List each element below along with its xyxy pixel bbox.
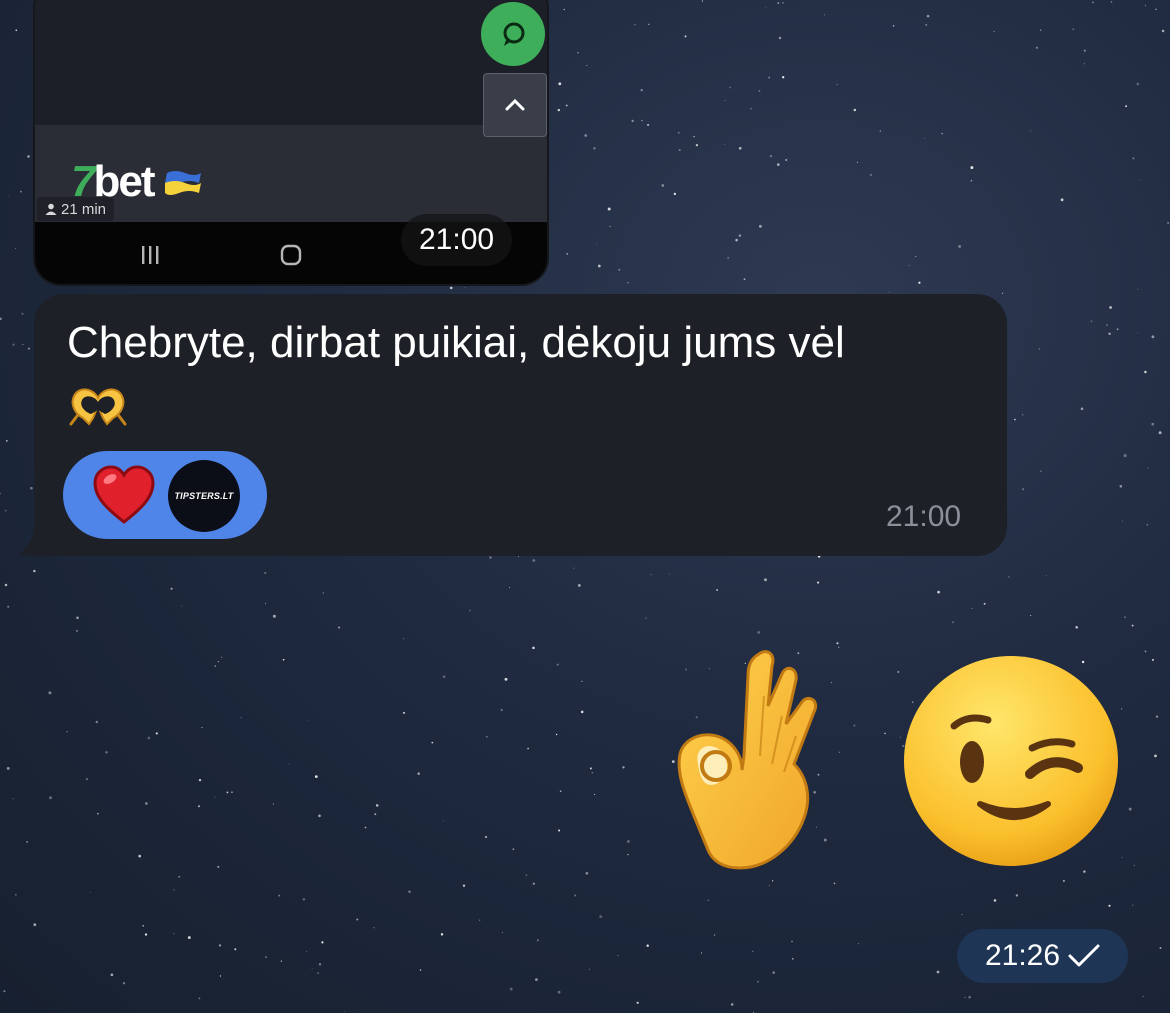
winking-face-icon	[904, 656, 1118, 866]
chat-bubble-icon	[481, 2, 545, 66]
home-icon	[280, 244, 302, 266]
heart-icon	[93, 465, 155, 524]
heart-hands-icon	[69, 388, 127, 426]
person-icon	[45, 203, 57, 215]
outgoing-time-pill: 21:26	[957, 929, 1128, 983]
chevron-up-icon	[483, 73, 547, 137]
message-time: 21:00	[886, 500, 962, 533]
read-time-label: 21 min	[61, 200, 107, 218]
check-icon	[1068, 944, 1100, 967]
ok-hand-icon	[677, 650, 817, 870]
image-message[interactable]: 7bet 21 min 21:00	[33, 0, 549, 286]
message-text: Chebryte, dirbat puikiai, dėkoju jums vė…	[67, 318, 845, 367]
read-time-badge: 21 min	[37, 197, 115, 221]
message-time: 21:26	[984, 939, 1061, 972]
ukraine-flag-icon	[165, 171, 201, 195]
screenshot-top-area	[35, 0, 547, 125]
reactor-avatar[interactable]: TIPSTERS.LT	[168, 460, 240, 532]
recents-icon	[142, 246, 159, 264]
message-time: 21:00	[401, 214, 513, 266]
